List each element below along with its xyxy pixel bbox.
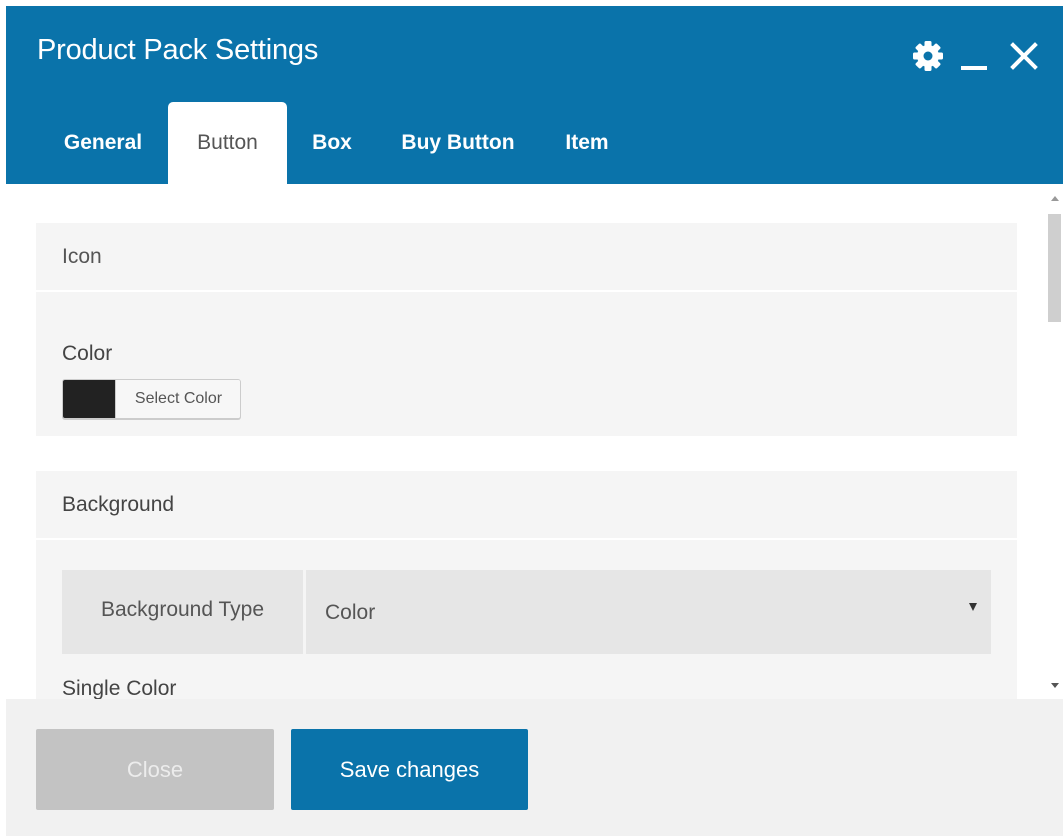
icon-color-picker[interactable]: Select Color: [62, 379, 241, 419]
close-button[interactable]: Close: [36, 729, 274, 810]
scroll-up-icon[interactable]: [1051, 196, 1059, 201]
icon-section-heading: Icon: [36, 223, 1017, 292]
dialog-header: Product Pack Settings General Button Box…: [6, 6, 1063, 184]
minimize-icon[interactable]: [956, 37, 992, 75]
background-type-value: Color: [325, 601, 376, 624]
tab-box[interactable]: Box: [303, 102, 361, 184]
icon-panel: Icon Color Select Color: [36, 223, 1017, 436]
select-color-button[interactable]: Select Color: [115, 380, 240, 418]
color-swatch: [63, 380, 115, 418]
tab-general[interactable]: General: [52, 102, 154, 184]
dialog-title: Product Pack Settings: [37, 34, 319, 66]
background-section-heading: Background: [36, 471, 1017, 540]
icon-color-label: Color: [62, 342, 113, 365]
scroll-thumb[interactable]: [1048, 214, 1061, 322]
tab-button[interactable]: Button: [168, 102, 287, 184]
tab-item[interactable]: Item: [554, 102, 620, 184]
settings-content: Icon Color Select Color Background Backg…: [6, 184, 1063, 699]
tab-bar: General Button Box Buy Button Item: [6, 102, 1063, 184]
content-scrollbar[interactable]: [1046, 184, 1063, 699]
single-color-label: Single Color: [62, 677, 177, 699]
settings-dialog: Product Pack Settings General Button Box…: [6, 6, 1063, 836]
close-icon[interactable]: [1004, 37, 1044, 75]
dialog-footer: Close Save changes: [6, 699, 1063, 836]
background-type-select[interactable]: Color: [306, 570, 991, 654]
background-type-label: Background Type: [62, 570, 303, 654]
background-type-row: Background Type Color: [62, 570, 991, 654]
gear-icon[interactable]: [908, 37, 948, 75]
tab-buy-button[interactable]: Buy Button: [389, 102, 527, 184]
dropdown-arrow-icon: [969, 603, 977, 611]
save-changes-button[interactable]: Save changes: [291, 729, 528, 810]
background-panel: Background Background Type Color Single …: [36, 471, 1017, 699]
scroll-down-icon[interactable]: [1051, 683, 1059, 688]
